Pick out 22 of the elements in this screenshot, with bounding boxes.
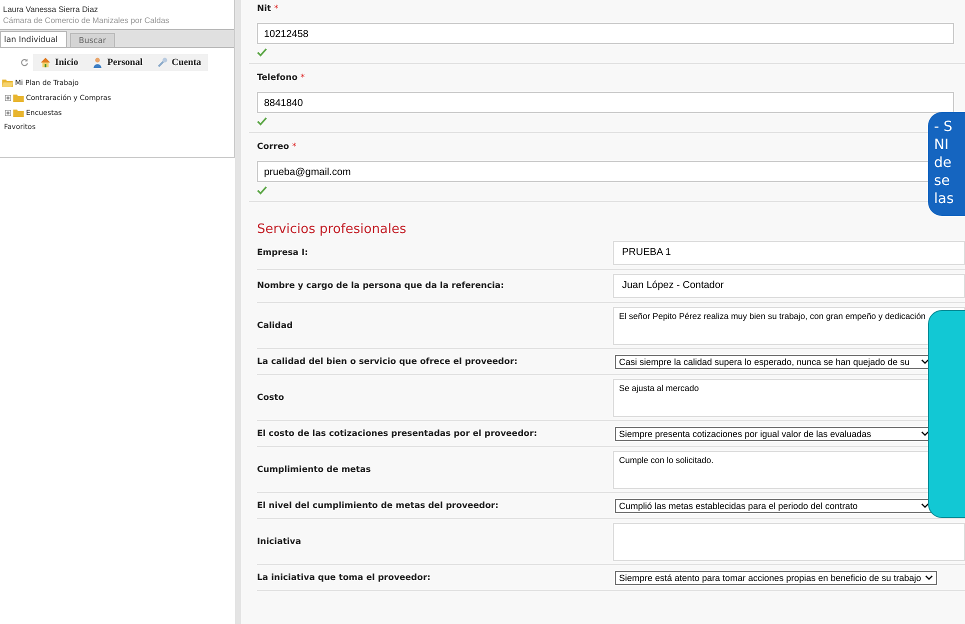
field-label: Nit bbox=[257, 4, 272, 14]
callout-text: NI bbox=[934, 136, 950, 154]
field-label: Cumplimiento de metas bbox=[257, 464, 372, 474]
section-title: Servicios profesionales bbox=[257, 222, 408, 237]
required-mark: * bbox=[300, 73, 305, 83]
field-label: Correo bbox=[257, 142, 290, 152]
field-label: Nombre y cargo de la persona que da la referencia: bbox=[257, 281, 506, 291]
field-label: Empresa I: bbox=[257, 248, 310, 258]
field-label: La calidad del bien o servicio que ofrece el proveedor: bbox=[257, 356, 519, 366]
field-label: Calidad bbox=[257, 320, 294, 330]
field-label: Costo bbox=[257, 392, 286, 402]
field-label: El nivel del cumplimiento de metas del proveedor: bbox=[257, 500, 500, 510]
field-label: El costo de las cotizaciones presentadas por el proveedor: bbox=[257, 428, 538, 438]
callout-text: - S bbox=[934, 118, 954, 136]
required-mark: * bbox=[274, 4, 278, 14]
field-label: La iniciativa que toma el proveedor: bbox=[257, 572, 432, 582]
required-mark: * bbox=[292, 142, 296, 152]
callout-text: las bbox=[934, 190, 955, 208]
organization-name: Cámara de Comercio de Manizales por Caldas bbox=[2, 16, 170, 25]
user-name: Laura Vanessa Sierra Diaz bbox=[2, 5, 100, 14]
field-label: Iniciativa bbox=[257, 536, 302, 546]
field-label: Telefono bbox=[257, 73, 298, 83]
